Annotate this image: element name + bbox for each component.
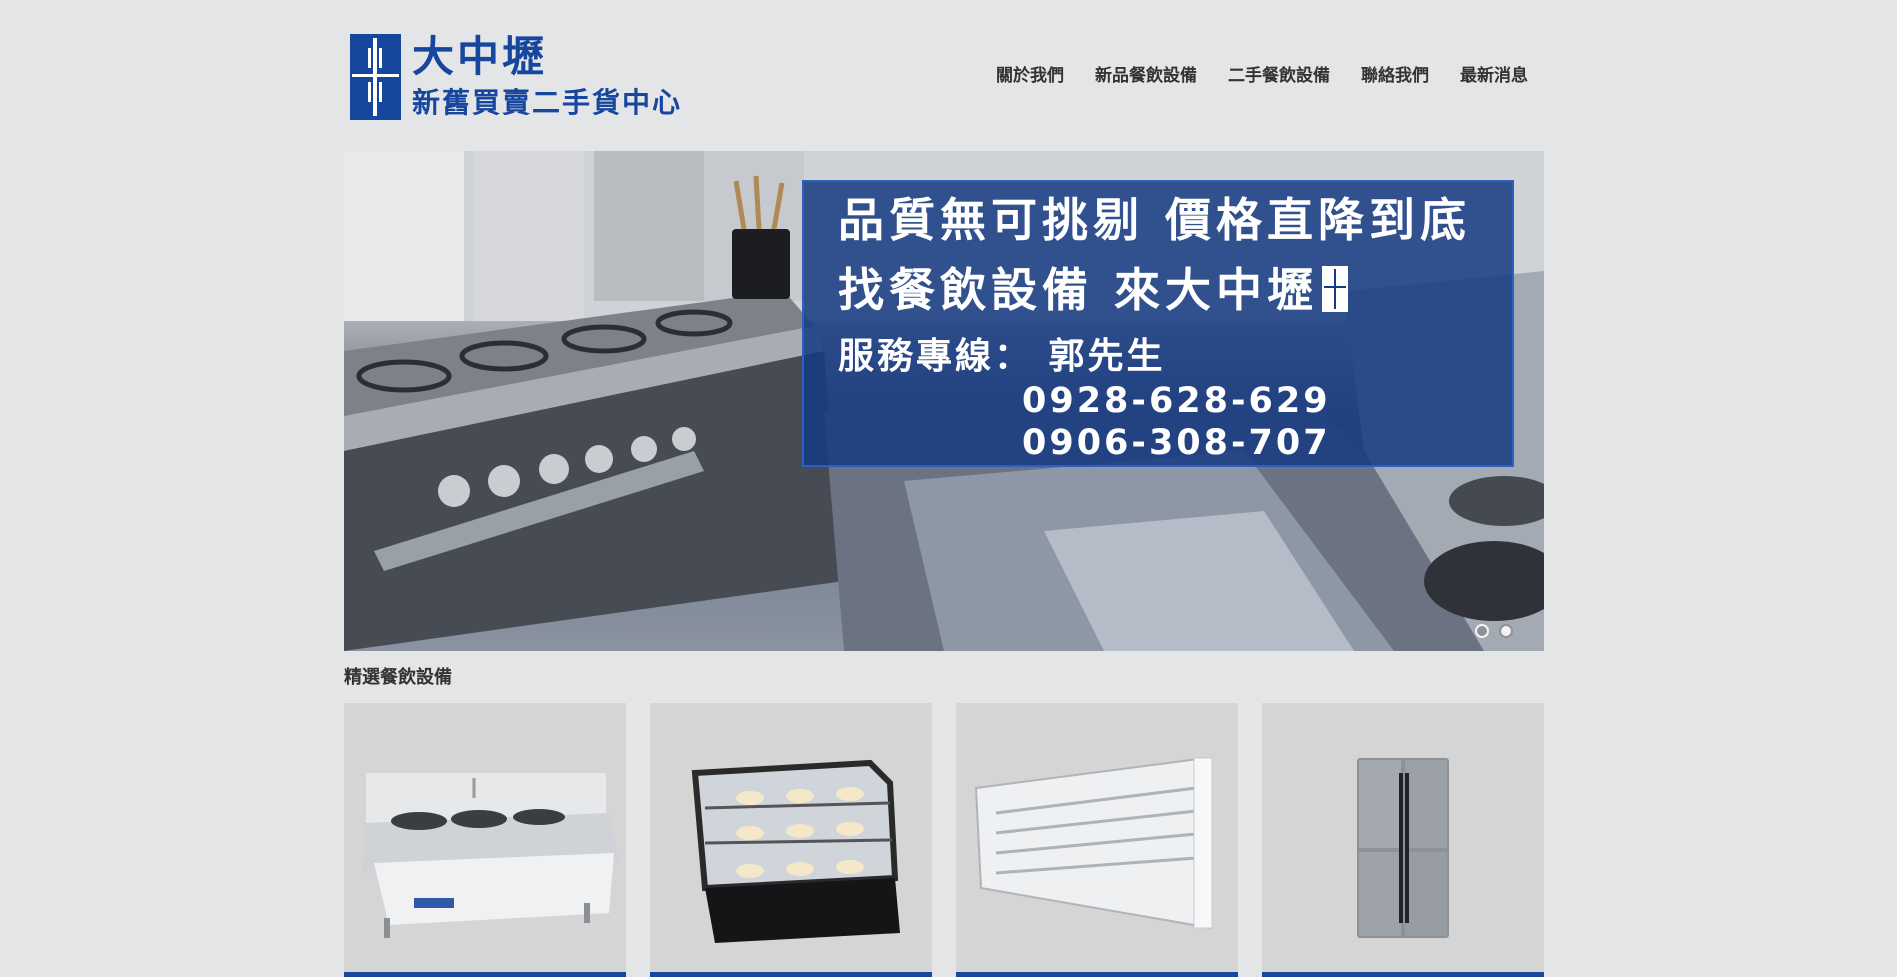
logo-subtitle: 新舊買賣二手貨中心 [412,86,683,119]
open-refrigerated-showcase-icon [974,756,1213,930]
promo-headline: 品質無可挑剔 價格直降到底 [838,193,1472,247]
product-card[interactable] [956,703,1238,977]
slider-pagination [1475,624,1513,638]
featured-section-title: 精選餐飲設備 [344,667,452,688]
cake-display-case-icon [691,759,900,943]
service-hotline-label: 服務專線： 郭先生 [838,336,1166,377]
product-card[interactable] [1262,703,1544,977]
promo-tagline: 找餐飲設備 來大中壢 [838,260,1349,320]
card-accent-bar [1262,972,1544,977]
product-card[interactable] [344,703,626,977]
main-nav: 關於我們 新品餐飲設備 二手餐飲設備 聯絡我們 最新消息 [996,62,1528,90]
nav-item-used-equipment[interactable]: 二手餐飲設備 [1228,62,1330,90]
nav-item-contact[interactable]: 聯絡我們 [1361,62,1429,90]
site-logo[interactable]: 大中壢 新舊買賣二手貨中心 [350,31,710,123]
featured-products-grid [344,703,1544,977]
card-accent-bar [956,972,1238,977]
promo-tagline-text: 找餐飲設備 來大中壢 [838,263,1319,317]
nav-item-about[interactable]: 關於我們 [996,62,1064,90]
hero-slider[interactable]: 品質無可挑剔 價格直降到底 找餐飲設備 來大中壢 服務專線： 郭先生 0928-… [344,151,1544,651]
logo-title: 大中壢 [412,32,548,81]
slider-dot-1[interactable] [1475,624,1489,638]
french-door-refrigerator-icon [1357,758,1449,938]
card-accent-bar [344,972,626,977]
nav-item-new-equipment[interactable]: 新品餐飲設備 [1095,62,1197,90]
slider-dot-2[interactable] [1499,624,1513,638]
card-accent-bar [650,972,932,977]
product-card[interactable] [650,703,932,977]
promo-overlay: 品質無可挑剔 價格直降到底 找餐飲設備 來大中壢 服務專線： 郭先生 0928-… [802,180,1514,467]
nav-item-news[interactable]: 最新消息 [1460,62,1528,90]
commercial-stove-icon [362,773,619,938]
phone-number-2: 0906-308-707 [1022,423,1331,463]
phone-number-1: 0928-628-629 [1022,381,1331,421]
refrigerator-logo-icon [350,34,401,120]
refrigerator-mini-icon [1322,266,1349,312]
